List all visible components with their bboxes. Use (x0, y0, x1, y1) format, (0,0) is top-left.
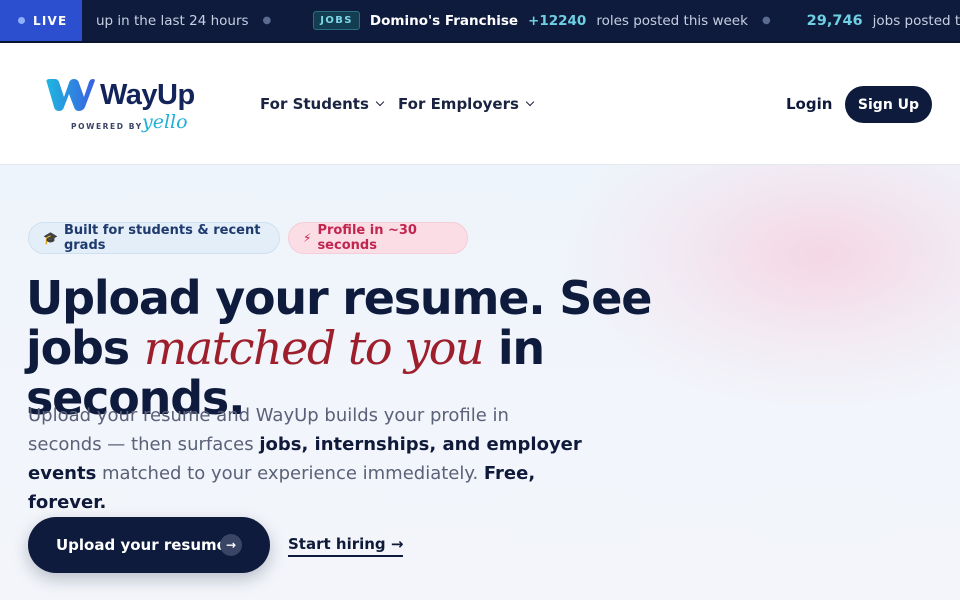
nav-for-employers-label: For Employers (398, 95, 519, 113)
brand-name: WayUp (100, 79, 195, 111)
upload-resume-button[interactable]: Upload your resume → (28, 517, 270, 573)
top-nav: WayUp POWERED BY yello For Students For … (0, 43, 960, 165)
ticker-roles-count: +12240 (528, 12, 587, 29)
lightning-icon: ⚡ (303, 231, 312, 245)
arrow-right-icon: → (220, 534, 242, 556)
headline-line-1: Upload your resume. See (26, 271, 652, 325)
start-hiring-link[interactable]: Start hiring → (288, 535, 404, 557)
ticker-company: Domino's Franchise (369, 12, 519, 29)
chevron-down-icon (375, 97, 385, 107)
hero-section: 🎓 Built for students & recent grads ⚡ Pr… (0, 165, 960, 600)
headline-accent: matched to you (143, 321, 485, 375)
ticker-separator-icon: ● (761, 15, 771, 26)
students-pill-label: Built for students & recent grads (63, 223, 261, 253)
wayup-logo[interactable]: WayUp POWERED BY yello (45, 76, 205, 138)
live-label: LIVE (33, 13, 68, 28)
hero-subtitle: Upload your resume and WayUp builds your… (28, 401, 588, 517)
upload-resume-label: Upload your resume (56, 536, 227, 554)
profile-time-pill-label: Profile in ~30 seconds (317, 223, 417, 253)
jobs-badge: JOBS (313, 11, 360, 30)
live-badge: LIVE (0, 0, 82, 41)
nav-for-students-label: For Students (260, 95, 369, 113)
profile-time-pill: ⚡ Profile in ~30 seconds (288, 222, 468, 254)
ticker-jobs-text: jobs posted this wee (872, 12, 960, 29)
yello-logo: yello (142, 111, 188, 133)
sign-up-button[interactable]: Sign Up (845, 86, 932, 123)
live-ticker: LIVE up in the last 24 hours ● JOBS Domi… (0, 0, 960, 43)
ticker-prev-text: up in the last 24 hours (96, 12, 249, 29)
nav-for-employers[interactable]: For Employers (398, 95, 535, 113)
headline-prefix: jobs (26, 321, 144, 375)
nav-for-students[interactable]: For Students (260, 95, 385, 113)
chevron-down-icon (525, 97, 535, 107)
login-link[interactable]: Login (786, 95, 832, 113)
ticker-jobs-count: 29,746 (806, 12, 863, 29)
students-pill: 🎓 Built for students & recent grads (28, 222, 280, 254)
graduation-cap-icon: 🎓 (43, 231, 58, 245)
ticker-separator-icon: ● (262, 15, 272, 26)
subtitle-part-2: matched to your experience immediately. (96, 463, 484, 484)
wayup-logo-icon (46, 79, 95, 111)
live-dot-icon (18, 17, 25, 24)
ticker-track: up in the last 24 hours ● JOBS Domino's … (82, 0, 960, 41)
ticker-roles-text: roles posted this week (596, 12, 748, 29)
powered-by-label: POWERED BY (71, 122, 143, 131)
